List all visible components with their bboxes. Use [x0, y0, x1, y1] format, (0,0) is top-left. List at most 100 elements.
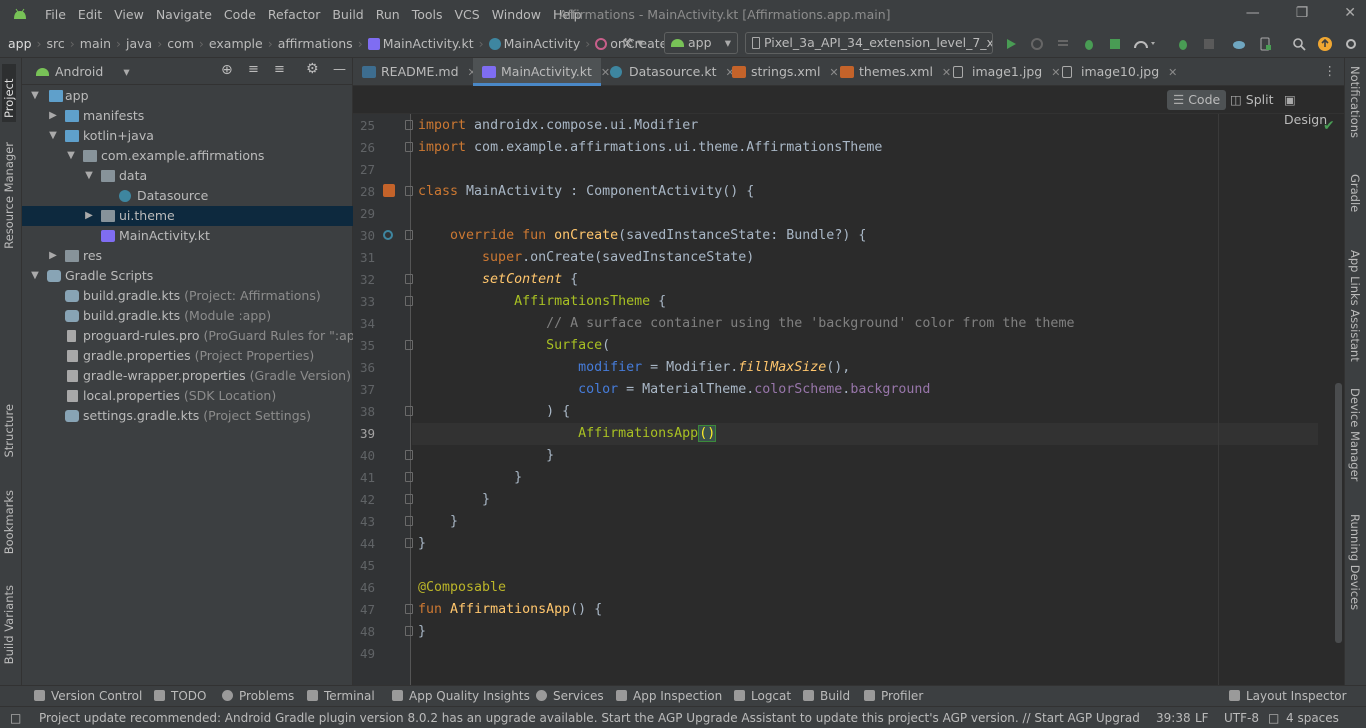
device-select[interactable]: Pixel_3a_API_34_extension_level_7_x86 [745, 32, 993, 54]
menu-tools[interactable]: Tools [412, 7, 443, 22]
breadcrumb-class[interactable]: MainActivity [488, 36, 580, 51]
device-manager-icon[interactable] [1258, 37, 1272, 51]
debug-icon[interactable] [1082, 37, 1096, 51]
menu-code[interactable]: Code [224, 7, 256, 22]
breadcrumb-app[interactable]: app [8, 36, 32, 51]
tool-window-resource-manager[interactable]: Resource Manager [2, 142, 16, 249]
tab-image1[interactable]: image1.jpg ✕ [944, 58, 1060, 86]
run-config-select[interactable]: app ▾ [664, 32, 738, 54]
menu-file[interactable]: File [45, 7, 66, 22]
apply-changes-icon[interactable] [1056, 37, 1070, 51]
run-icon[interactable] [1004, 37, 1018, 51]
settings-icon[interactable] [1344, 37, 1358, 51]
view-mode-code[interactable]: ☰ Code [1167, 90, 1227, 110]
editor-scrollbar[interactable] [1335, 383, 1342, 643]
expand-all-icon[interactable]: ≡ [248, 62, 259, 77]
tool-window-app-links[interactable]: App Links Assistant [1348, 250, 1362, 362]
tab-image10[interactable]: image10.jpg ✕ [1053, 58, 1177, 86]
profile-icon[interactable] [1134, 37, 1158, 51]
toggle-tool-windows-icon[interactable]: □ [10, 711, 21, 725]
menu-build[interactable]: Build [332, 7, 363, 22]
menu-navigate[interactable]: Navigate [156, 7, 212, 22]
options-gear-icon[interactable]: ⚙ [306, 61, 319, 77]
tree-node-mainactivity[interactable]: MainActivity.kt [22, 226, 353, 246]
tool-layout-inspector[interactable]: Layout Inspector [1229, 689, 1347, 703]
file-encoding[interactable]: UTF-8 [1224, 711, 1259, 725]
status-message[interactable]: Project update recommended: Android Grad… [39, 711, 1139, 725]
tool-window-device-manager[interactable]: Device Manager [1348, 388, 1362, 481]
tree-node-proguard[interactable]: proguard-rules.pro (ProGuard Rules for "… [22, 326, 373, 346]
menu-vcs[interactable]: VCS [455, 7, 480, 22]
tree-node-manifests[interactable]: ▶ manifests [22, 106, 353, 126]
tool-window-running-devices[interactable]: Running Devices [1348, 514, 1362, 684]
tool-window-project[interactable]: Project [2, 64, 16, 122]
close-tab-icon[interactable]: ✕ [1168, 66, 1177, 79]
tool-build[interactable]: Build [803, 689, 850, 703]
hammer-icon[interactable]: ⚒ ▾ [622, 35, 643, 50]
tree-node-gradle-wrapper[interactable]: gradle-wrapper.properties (Gradle Versio… [22, 366, 353, 386]
tree-node-build-gradle-project[interactable]: build.gradle.kts (Project: Affirmations) [22, 286, 353, 306]
hide-panel-icon[interactable]: — [333, 62, 346, 77]
tree-node-datasource[interactable]: Datasource [22, 186, 353, 206]
tool-window-gradle[interactable]: Gradle [1348, 174, 1362, 212]
tree-node-res[interactable]: ▶ res [22, 246, 353, 266]
tree-node-local-properties[interactable]: local.properties (SDK Location) [22, 386, 353, 406]
tool-window-notifications[interactable]: Notifications [1348, 66, 1362, 138]
tool-terminal[interactable]: Terminal [307, 689, 375, 703]
override-gutter-icon[interactable] [383, 230, 393, 240]
tree-node-package[interactable]: ▼ com.example.affirmations [22, 146, 353, 166]
menu-refactor[interactable]: Refactor [268, 7, 320, 22]
tree-node-gradle-properties[interactable]: gradle.properties (Project Properties) [22, 346, 353, 366]
project-view-select[interactable]: Android ▾ [36, 64, 130, 79]
tool-services[interactable]: Services [536, 689, 604, 703]
breadcrumb-example[interactable]: example [209, 36, 263, 51]
tool-logcat[interactable]: Logcat [734, 689, 791, 703]
tab-themes[interactable]: themes.xml ✕ [831, 58, 951, 86]
tab-mainactivity[interactable]: MainActivity.kt ✕ [473, 58, 610, 86]
breadcrumb-com[interactable]: com [167, 36, 194, 51]
more-tabs-icon[interactable]: ⋮ [1324, 63, 1337, 78]
menu-run[interactable]: Run [376, 7, 400, 22]
collapse-all-icon[interactable]: ≡ [274, 62, 285, 77]
tool-todo[interactable]: TODO [154, 689, 206, 703]
code-view[interactable]: import androidx.compose.ui.Modifier impo… [412, 114, 1318, 685]
indent-setting[interactable]: 4 spaces [1286, 711, 1339, 725]
close-icon[interactable]: ✕ [1344, 5, 1356, 21]
view-mode-design[interactable]: ▣ Design [1278, 90, 1344, 127]
tree-node-app[interactable]: ▼ app [22, 86, 353, 106]
run-gutter-icon[interactable] [383, 184, 395, 197]
attach-debugger-icon[interactable] [1176, 37, 1190, 51]
update-icon[interactable] [1318, 37, 1332, 51]
restore-icon[interactable]: ❐ [1296, 5, 1309, 21]
tab-strings[interactable]: strings.xml ✕ [723, 58, 839, 86]
tool-window-bookmarks[interactable]: Bookmarks [2, 490, 16, 554]
tool-window-structure[interactable]: Structure [2, 404, 16, 458]
tool-version-control[interactable]: Version Control [34, 689, 142, 703]
menu-edit[interactable]: Edit [78, 7, 102, 22]
menu-window[interactable]: Window [492, 7, 541, 22]
menu-view[interactable]: View [114, 7, 144, 22]
line-separator[interactable]: LF [1195, 711, 1209, 725]
search-icon[interactable] [1292, 37, 1306, 51]
tool-window-build-variants[interactable]: Build Variants [2, 585, 16, 664]
no-problems-check-icon[interactable]: ✔ [1323, 118, 1335, 134]
breadcrumb-src[interactable]: src [47, 36, 65, 51]
gradle-sync-icon[interactable] [1232, 37, 1246, 51]
breadcrumb-file[interactable]: MainActivity.kt [367, 36, 474, 51]
minimize-icon[interactable]: — [1246, 5, 1260, 21]
breadcrumb-java[interactable]: java [126, 36, 152, 51]
coverage-icon[interactable] [1108, 37, 1122, 51]
locate-icon[interactable]: ⊕ [221, 62, 233, 78]
tab-datasource[interactable]: Datasource.kt ✕ [601, 58, 735, 86]
lock-icon[interactable]: □ [1268, 711, 1279, 725]
tool-problems[interactable]: Problems [222, 689, 294, 703]
rerun-icon[interactable] [1030, 37, 1044, 51]
tree-node-gradle-scripts[interactable]: ▼ Gradle Scripts [22, 266, 353, 286]
tree-node-kotlin-java[interactable]: ▼ kotlin+java [22, 126, 353, 146]
breadcrumb-affirmations[interactable]: affirmations [278, 36, 353, 51]
breadcrumb-main[interactable]: main [80, 36, 111, 51]
tree-node-data[interactable]: ▼ data [22, 166, 353, 186]
tool-app-inspection[interactable]: App Inspection [616, 689, 722, 703]
view-mode-split[interactable]: ◫ Split [1224, 90, 1280, 110]
stop-icon[interactable] [1202, 37, 1216, 51]
